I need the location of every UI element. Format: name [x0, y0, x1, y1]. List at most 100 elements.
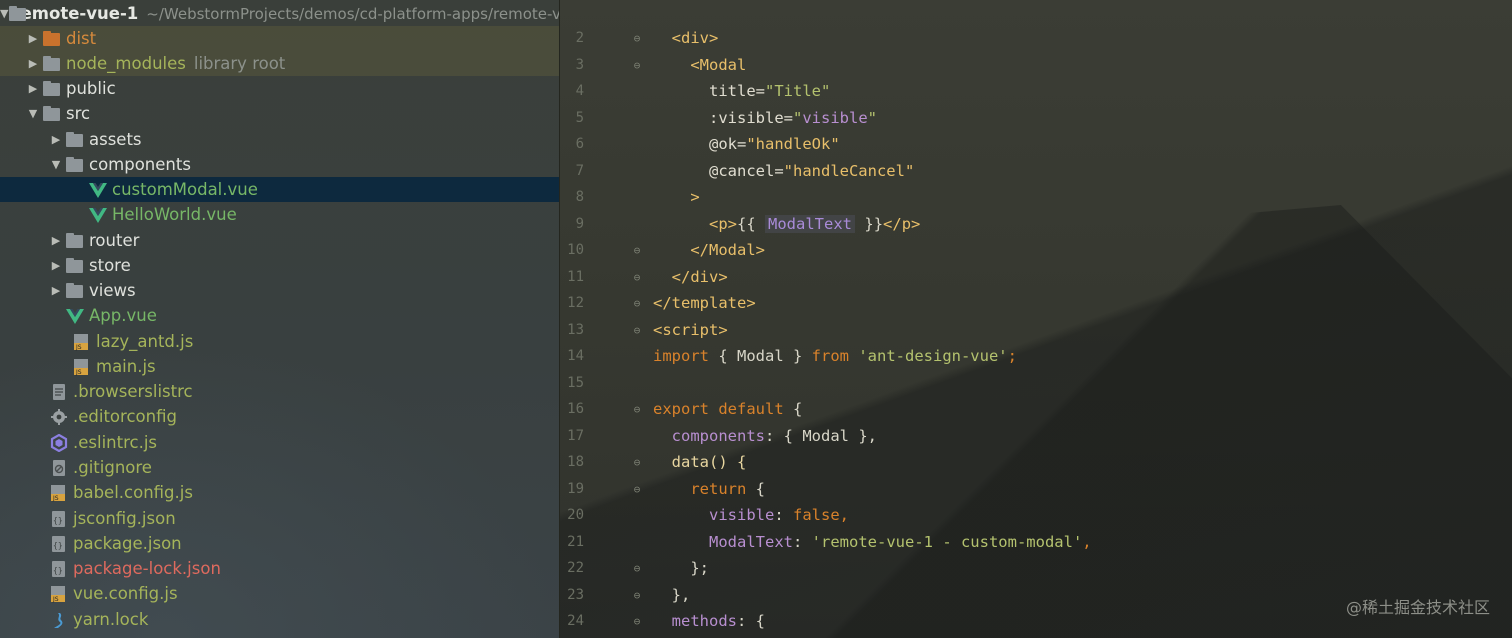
tree-item-router[interactable]: ▶ router — [0, 228, 559, 253]
code-line-13[interactable]: 13 ⊖ <script> — [559, 317, 1512, 344]
fold-marker-icon[interactable]: ⊖ — [627, 324, 647, 337]
watermark-text: @稀土掘金技术社区 — [1345, 598, 1490, 617]
code-token: ModalText — [765, 215, 856, 234]
code-token: visible — [709, 506, 775, 525]
vue-file-icon — [88, 206, 108, 224]
code-line-1[interactable] — [653, 0, 1512, 26]
fold-marker-icon[interactable]: ⊖ — [627, 59, 647, 72]
folder-icon — [65, 131, 85, 149]
code-line-19[interactable]: 19 ⊖ return { — [559, 476, 1512, 503]
code-line-8[interactable]: 8 > — [559, 184, 1512, 211]
code-token: 'ant-design-vue' — [858, 347, 1008, 366]
code-token: > — [690, 188, 700, 207]
tree-item-vue-config[interactable]: JS vue.config.js — [0, 581, 559, 606]
code-token: { — [746, 480, 765, 499]
code-line-9[interactable]: 9 <p>{{ ModalText }}</p> — [559, 211, 1512, 238]
tree-item-jsconfig[interactable]: {} jsconfig.json — [0, 506, 559, 531]
chevron-right-icon[interactable]: ▶ — [47, 259, 65, 272]
tree-item-label: public — [66, 79, 116, 98]
tree-item-node-modules[interactable]: ▶ node_modules library root — [0, 51, 559, 76]
tree-item-gitignore[interactable]: .gitignore — [0, 455, 559, 480]
tree-item-package-json[interactable]: {} package.json — [0, 531, 559, 556]
tree-item-public[interactable]: ▶ public — [0, 76, 559, 101]
code-line-16[interactable]: 16 ⊖ export default { — [559, 396, 1512, 423]
code-line-10[interactable]: 10 ⊖ </Modal> — [559, 237, 1512, 264]
chevron-right-icon[interactable]: ▶ — [24, 82, 42, 95]
chevron-down-icon[interactable]: ▼ — [47, 158, 65, 171]
tree-item-dist[interactable]: ▶ dist — [0, 26, 559, 51]
fold-marker-icon[interactable]: ⊖ — [627, 403, 647, 416]
fold-marker-icon[interactable]: ⊖ — [627, 32, 647, 45]
chevron-right-icon[interactable]: ▶ — [24, 32, 42, 45]
line-number: 14 — [567, 348, 584, 365]
code-line-21[interactable]: 21 ModalText: 'remote-vue-1 - custom-mod… — [559, 529, 1512, 556]
tree-item-views[interactable]: ▶ views — [0, 278, 559, 303]
svg-text:JS: JS — [52, 596, 59, 603]
tree-item-label: vue.config.js — [73, 584, 178, 603]
code-token: : — [774, 506, 793, 525]
code-token: <p> — [709, 215, 737, 234]
tree-item-custom-modal[interactable]: customModal.vue — [0, 177, 559, 202]
chevron-down-icon[interactable]: ▼ — [24, 107, 42, 120]
chevron-down-icon[interactable]: ▼ — [0, 7, 8, 20]
chevron-right-icon[interactable]: ▶ — [24, 57, 42, 70]
code-line-4[interactable]: 4 title="Title" — [559, 78, 1512, 105]
tree-item-app-vue[interactable]: App.vue — [0, 303, 559, 328]
code-token: </template> — [653, 294, 756, 313]
tree-item-components[interactable]: ▼ components — [0, 152, 559, 177]
tree-root-row[interactable]: ▼ remote-vue-1 ~/WebstormProjects/demos/… — [0, 1, 559, 26]
line-number: 17 — [567, 428, 584, 445]
line-number: 13 — [567, 322, 584, 339]
code-token: data() { — [671, 453, 747, 472]
fold-marker-icon[interactable]: ⊖ — [627, 297, 647, 310]
tree-item-babel-config[interactable]: JS babel.config.js — [0, 480, 559, 505]
line-number: 19 — [567, 481, 584, 498]
chevron-right-icon[interactable]: ▶ — [47, 133, 65, 146]
tree-item-eslintrc[interactable]: .eslintrc.js — [0, 430, 559, 455]
code-line-22[interactable]: 22 ⊖ }; — [559, 555, 1512, 582]
folder-icon — [65, 257, 85, 275]
text-file-icon — [49, 459, 69, 477]
tree-item-package-lock[interactable]: {} package-lock.json — [0, 556, 559, 581]
code-line-2[interactable]: 2 ⊖ <div> — [559, 25, 1512, 52]
code-line-7[interactable]: 7 @cancel="handleCancel" — [559, 158, 1512, 185]
tree-item-src[interactable]: ▼ src — [0, 101, 559, 126]
code-editor[interactable]: 2 ⊖ <div> 3 ⊖ <Modal 4 title="Title" 5 :… — [559, 0, 1512, 638]
vue-file-icon — [65, 307, 85, 325]
tree-item-label: yarn.lock — [73, 610, 149, 629]
eslint-icon — [49, 433, 69, 452]
code-line-14[interactable]: 14 import { Modal } from 'ant-design-vue… — [559, 343, 1512, 370]
tree-item-lazy-antd[interactable]: JS lazy_antd.js — [0, 329, 559, 354]
fold-marker-icon[interactable]: ⊖ — [627, 244, 647, 257]
fold-marker-icon[interactable]: ⊖ — [627, 615, 647, 628]
tree-item-store[interactable]: ▶ store — [0, 253, 559, 278]
folder-icon — [65, 282, 85, 300]
tree-item-helloworld[interactable]: HelloWorld.vue — [0, 202, 559, 227]
tree-item-assets[interactable]: ▶ assets — [0, 127, 559, 152]
folder-icon — [65, 232, 85, 250]
code-line-6[interactable]: 6 @ok="handleOk" — [559, 131, 1512, 158]
fold-marker-icon[interactable]: ⊖ — [627, 271, 647, 284]
code-line-17[interactable]: 17 components: { Modal }, — [559, 423, 1512, 450]
fold-marker-icon[interactable]: ⊖ — [627, 589, 647, 602]
chevron-right-icon[interactable]: ▶ — [47, 284, 65, 297]
code-line-15[interactable]: 15 — [559, 370, 1512, 397]
code-line-3[interactable]: 3 ⊖ <Modal — [559, 52, 1512, 79]
code-line-5[interactable]: 5 :visible="visible" — [559, 105, 1512, 132]
code-line-11[interactable]: 11 ⊖ </div> — [559, 264, 1512, 291]
fold-marker-icon[interactable]: ⊖ — [627, 456, 647, 469]
tree-item-label: package.json — [73, 534, 182, 553]
code-line-20[interactable]: 20 visible: false, — [559, 502, 1512, 529]
fold-marker-icon[interactable]: ⊖ — [627, 483, 647, 496]
tree-item-yarn-lock[interactable]: yarn.lock — [0, 607, 559, 632]
tree-item-main-js[interactable]: JS main.js — [0, 354, 559, 379]
chevron-right-icon[interactable]: ▶ — [47, 234, 65, 247]
folder-orange-icon — [42, 30, 62, 48]
svg-text:JS: JS — [75, 344, 82, 351]
tree-item-browserslistrc[interactable]: .browserslistrc — [0, 379, 559, 404]
code-line-12[interactable]: 12 ⊖ </template> — [559, 290, 1512, 317]
tree-item-editorconfig[interactable]: .editorconfig — [0, 404, 559, 429]
fold-marker-icon[interactable]: ⊖ — [627, 562, 647, 575]
code-token: 'remote-vue-1 - custom-modal' — [811, 533, 1083, 552]
code-line-18[interactable]: 18 ⊖ data() { — [559, 449, 1512, 476]
